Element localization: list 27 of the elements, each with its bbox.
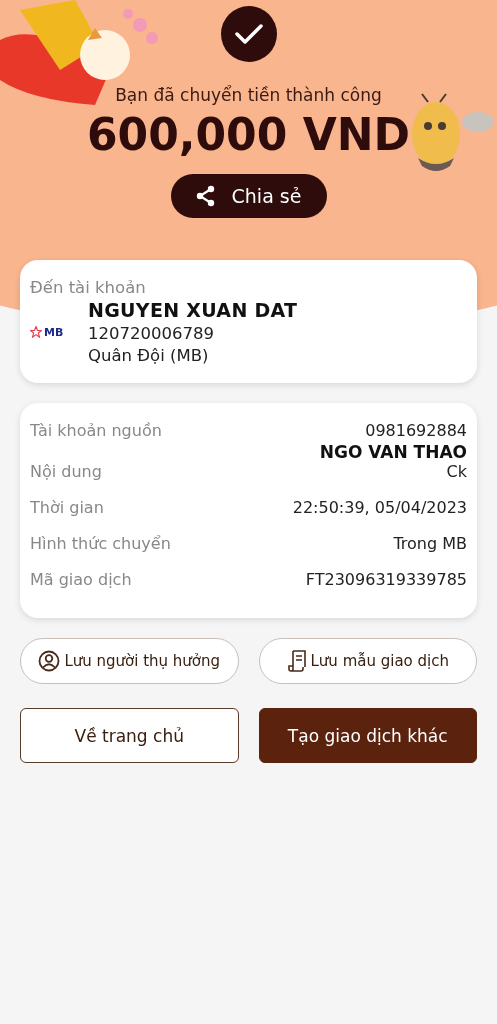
bank-name: Quân Đội (MB) <box>88 346 210 365</box>
detail-label: Tài khoản nguồn <box>30 421 162 440</box>
account-number: 120720006789 <box>88 324 215 343</box>
new-transaction-button[interactable]: Tạo giao dịch khác <box>258 708 477 763</box>
detail-value: NGO VAN THAO <box>319 442 467 462</box>
home-button[interactable]: Về trang chủ <box>20 708 239 763</box>
document-icon <box>286 650 307 672</box>
detail-label: Mã giao dịch <box>30 570 132 589</box>
success-message: Bạn đã chuyển tiền thành công <box>115 85 382 105</box>
detail-label: Thời gian <box>30 498 104 517</box>
bank-logo-text: MB <box>44 325 64 339</box>
recipient-name: NGUYEN XUAN DAT <box>88 299 298 321</box>
star-icon <box>30 326 42 338</box>
detail-label: Hình thức chuyển <box>30 534 171 553</box>
save-beneficiary-button[interactable]: Lưu người thụ hưởng <box>20 638 239 684</box>
save-template-button[interactable]: Lưu mẫu giao dịch <box>258 638 477 684</box>
detail-value: 0981692884 <box>365 421 467 440</box>
recipient-label: Đến tài khoản <box>30 278 147 297</box>
person-icon <box>38 650 61 672</box>
detail-value: Ck <box>446 462 467 481</box>
share-icon <box>195 185 216 207</box>
detail-value: 22:50:39, 05/04/2023 <box>292 498 467 517</box>
detail-value: Trong MB <box>393 534 467 553</box>
share-button[interactable]: Chia sẻ <box>170 174 327 218</box>
detail-value: FT23096319339785 <box>305 570 467 589</box>
detail-label: Nội dung <box>30 462 102 481</box>
amount-text: 600,000 VND <box>86 109 411 160</box>
